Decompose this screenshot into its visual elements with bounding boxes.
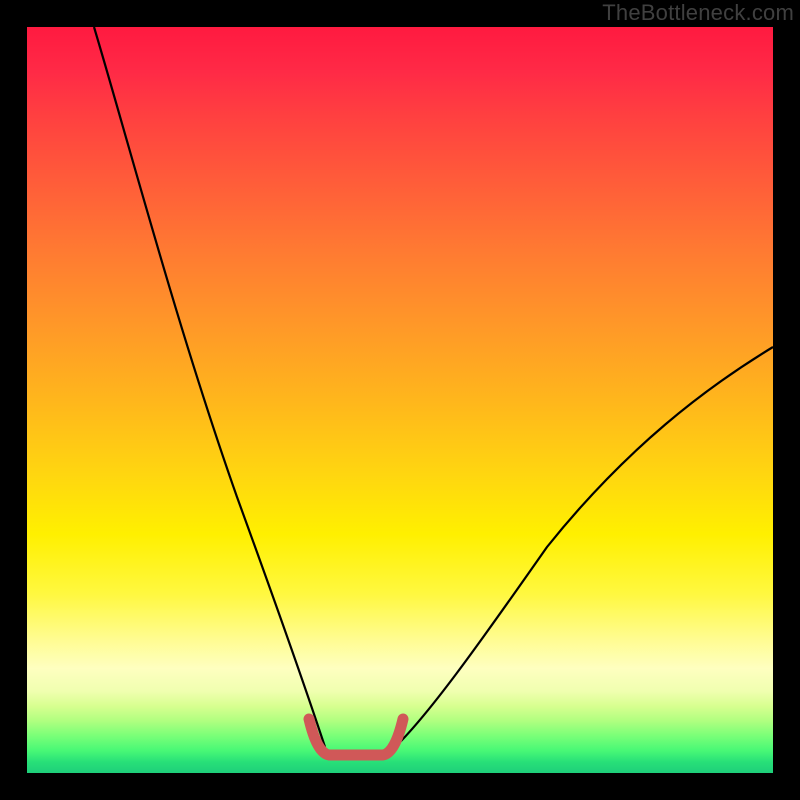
right-curve [393,347,773,749]
plot-area [27,27,773,773]
left-curve [94,27,325,747]
chart-series-group [94,27,773,755]
chart-svg [27,27,773,773]
watermark-text: TheBottleneck.com [602,0,794,26]
bottom-bracket [309,719,403,755]
chart-frame: TheBottleneck.com [0,0,800,800]
